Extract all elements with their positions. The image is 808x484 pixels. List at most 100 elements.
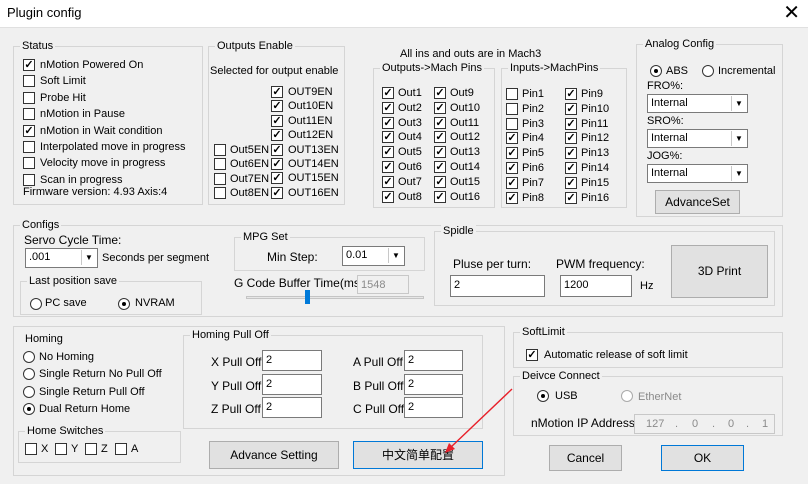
output-enable-label: Out7EN bbox=[230, 172, 270, 185]
mach-output-checkbox[interactable]: ✓ bbox=[382, 146, 394, 159]
mach-input-checkbox[interactable]: ✓ bbox=[506, 147, 518, 160]
home-switch-checkbox[interactable] bbox=[55, 443, 67, 455]
b-pull-off-label: B Pull Off bbox=[353, 379, 404, 393]
output-enable-label: Out5EN bbox=[230, 144, 270, 156]
auto-release-checkbox[interactable]: ✓ bbox=[526, 349, 538, 361]
output-enable-checkbox[interactable]: ✓ bbox=[271, 158, 283, 170]
mach-input-checkbox[interactable] bbox=[506, 117, 518, 130]
home-switch-checkbox[interactable] bbox=[115, 443, 127, 455]
mach-output-checkbox[interactable]: ✓ bbox=[382, 161, 394, 173]
home-switch-label: X bbox=[41, 443, 49, 455]
usb-radio[interactable] bbox=[537, 390, 549, 402]
mach-output-checkbox[interactable]: ✓ bbox=[434, 101, 446, 114]
ip-octet-1: 127 bbox=[646, 418, 665, 430]
mach-input-checkbox[interactable] bbox=[506, 102, 518, 115]
homing-radio[interactable] bbox=[23, 403, 35, 416]
status-checkbox[interactable] bbox=[23, 141, 35, 153]
mach-input-label: Pin7 bbox=[522, 176, 545, 189]
mach-input-checkbox[interactable]: ✓ bbox=[506, 132, 518, 145]
home-switch-checkbox[interactable] bbox=[25, 443, 37, 455]
mach-output-checkbox[interactable]: ✓ bbox=[382, 101, 394, 114]
status-checkbox[interactable] bbox=[23, 91, 35, 104]
mach-input-checkbox[interactable]: ✓ bbox=[565, 88, 577, 100]
mach-input-checkbox[interactable]: ✓ bbox=[565, 102, 577, 115]
ethernet-radio[interactable] bbox=[621, 390, 633, 402]
homing-radio[interactable] bbox=[23, 368, 35, 381]
incremental-radio[interactable] bbox=[702, 65, 714, 77]
gcode-buffer-slider-thumb[interactable] bbox=[305, 290, 310, 304]
status-checkbox[interactable] bbox=[23, 173, 35, 186]
advance-set-button[interactable]: AdvanceSet bbox=[655, 190, 740, 214]
homing-radio[interactable] bbox=[23, 351, 35, 363]
output-enable-checkbox[interactable] bbox=[214, 158, 226, 171]
status-checkbox[interactable] bbox=[23, 157, 35, 170]
mach-input-checkbox[interactable]: ✓ bbox=[565, 191, 577, 204]
sro-label: SRO%: bbox=[647, 115, 684, 127]
mach-input-checkbox[interactable]: ✓ bbox=[506, 162, 518, 174]
jog-select[interactable]: Internal ▼ bbox=[647, 164, 748, 183]
mach-output-checkbox[interactable]: ✓ bbox=[434, 190, 446, 203]
x-pull-off-input[interactable]: 2 bbox=[262, 350, 322, 371]
mach-output-checkbox[interactable]: ✓ bbox=[382, 190, 394, 203]
gcode-buffer-slider-track[interactable] bbox=[246, 296, 424, 299]
output-enable-checkbox[interactable] bbox=[214, 187, 226, 200]
gcode-buffer-input[interactable]: 1548 bbox=[357, 275, 409, 294]
nvram-radio[interactable] bbox=[118, 298, 130, 310]
y-pull-off-input[interactable]: 2 bbox=[262, 374, 322, 395]
mach-input-checkbox[interactable]: ✓ bbox=[565, 132, 577, 145]
pwm-frequency-input[interactable]: 1200 bbox=[560, 275, 632, 297]
close-icon[interactable]: ✕ bbox=[783, 1, 800, 25]
output-enable-checkbox[interactable]: ✓ bbox=[271, 129, 283, 142]
output-enable-checkbox[interactable]: ✓ bbox=[271, 186, 283, 199]
mach-output-checkbox[interactable]: ✓ bbox=[434, 87, 446, 99]
ip-octet-3: 0 bbox=[728, 418, 735, 430]
mach-output-checkbox[interactable]: ✓ bbox=[382, 116, 394, 129]
mach-output-checkbox[interactable]: ✓ bbox=[434, 131, 446, 144]
z-pull-off-input[interactable]: 2 bbox=[262, 397, 322, 418]
status-checkbox[interactable]: ✓ bbox=[23, 59, 35, 71]
mach-output-checkbox[interactable]: ✓ bbox=[434, 161, 446, 173]
mach-input-checkbox[interactable]: ✓ bbox=[506, 191, 518, 204]
mach-output-checkbox[interactable]: ✓ bbox=[382, 87, 394, 99]
3d-print-button[interactable]: 3D Print bbox=[671, 245, 768, 298]
output-enable-checkbox[interactable]: ✓ bbox=[271, 100, 283, 113]
home-switch-checkbox[interactable] bbox=[85, 443, 97, 455]
output-enable-checkbox[interactable]: ✓ bbox=[271, 114, 283, 127]
mach-output-checkbox[interactable]: ✓ bbox=[434, 175, 446, 188]
output-enable-checkbox[interactable]: ✓ bbox=[271, 86, 283, 98]
mach-output-checkbox[interactable]: ✓ bbox=[382, 175, 394, 188]
pc-save-radio[interactable] bbox=[30, 298, 42, 310]
advance-setting-button[interactable]: Advance Setting bbox=[209, 441, 339, 469]
mach-input-checkbox[interactable]: ✓ bbox=[565, 147, 577, 160]
a-pull-off-input[interactable]: 2 bbox=[404, 350, 463, 371]
ok-button[interactable]: OK bbox=[661, 445, 744, 471]
mach-input-checkbox[interactable]: ✓ bbox=[565, 117, 577, 130]
status-checkbox[interactable] bbox=[23, 75, 35, 88]
mach-input-checkbox[interactable]: ✓ bbox=[565, 176, 577, 189]
homing-radio[interactable] bbox=[23, 385, 35, 398]
servo-cycle-select[interactable]: .001 ▼ bbox=[25, 248, 98, 268]
abs-radio[interactable] bbox=[650, 65, 662, 77]
pulse-per-turn-input[interactable]: 2 bbox=[450, 275, 545, 297]
output-enable-checkbox[interactable]: ✓ bbox=[271, 143, 283, 156]
output-enable-checkbox[interactable]: ✓ bbox=[271, 172, 283, 185]
output-enable-checkbox[interactable] bbox=[214, 172, 226, 185]
mach-input-checkbox[interactable]: ✓ bbox=[506, 176, 518, 189]
output-enable-checkbox[interactable] bbox=[214, 144, 226, 156]
chevron-down-icon: ▼ bbox=[731, 166, 746, 181]
mach-output-checkbox[interactable]: ✓ bbox=[434, 146, 446, 159]
output-enable-label: OUT15EN bbox=[288, 172, 339, 185]
output-enable-label: Out6EN bbox=[230, 158, 270, 171]
mach-input-checkbox[interactable] bbox=[506, 88, 518, 100]
status-checkbox[interactable] bbox=[23, 108, 35, 121]
mach-input-label: Pin8 bbox=[522, 191, 545, 204]
sro-select[interactable]: Internal ▼ bbox=[647, 129, 748, 148]
mach-input-checkbox[interactable]: ✓ bbox=[565, 162, 577, 174]
fro-select[interactable]: Internal ▼ bbox=[647, 94, 748, 113]
ip-address-input[interactable]: 127 . 0 . 0 . 1 bbox=[634, 414, 775, 434]
cancel-button[interactable]: Cancel bbox=[549, 445, 622, 471]
mach-output-checkbox[interactable]: ✓ bbox=[434, 116, 446, 129]
min-step-select[interactable]: 0.01 ▼ bbox=[342, 246, 405, 266]
mach-output-checkbox[interactable]: ✓ bbox=[382, 131, 394, 144]
status-checkbox[interactable]: ✓ bbox=[23, 124, 35, 137]
